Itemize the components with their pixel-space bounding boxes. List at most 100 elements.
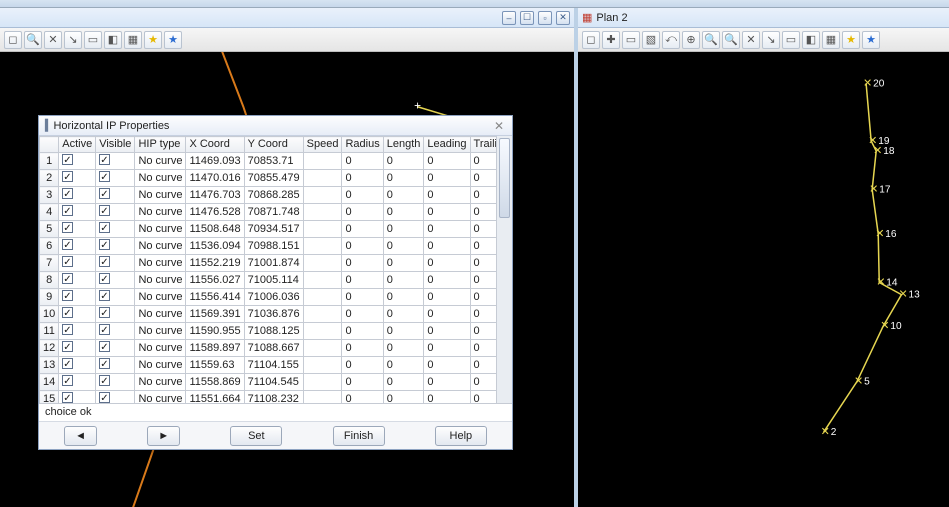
- checkbox-icon[interactable]: [99, 222, 110, 233]
- hip-type-cell[interactable]: No curve: [135, 306, 186, 323]
- leading-cell[interactable]: 0: [424, 153, 470, 170]
- leading-cell[interactable]: 0: [424, 357, 470, 374]
- toolbar-button-0[interactable]: ◻: [582, 31, 600, 49]
- row-index[interactable]: 5: [40, 221, 59, 238]
- toolbar-button-1[interactable]: ✚: [602, 31, 620, 49]
- length-cell[interactable]: 0: [383, 153, 424, 170]
- active-cell[interactable]: [59, 153, 96, 170]
- checkbox-icon[interactable]: [99, 290, 110, 301]
- active-cell[interactable]: [59, 323, 96, 340]
- col-header-x-coord[interactable]: X Coord: [186, 137, 244, 153]
- active-cell[interactable]: [59, 340, 96, 357]
- y-coord-cell[interactable]: 71036.876: [244, 306, 303, 323]
- radius-cell[interactable]: 0: [342, 170, 383, 187]
- x-coord-cell[interactable]: 11589.897: [186, 340, 244, 357]
- speed-cell[interactable]: [303, 323, 342, 340]
- speed-cell[interactable]: [303, 357, 342, 374]
- col-header-hip-type[interactable]: HIP type: [135, 137, 186, 153]
- leading-cell[interactable]: 0: [424, 306, 470, 323]
- row-index[interactable]: 12: [40, 340, 59, 357]
- table-row[interactable]: 7No curve11552.21971001.8740000: [40, 255, 497, 272]
- checkbox-icon[interactable]: [99, 392, 110, 403]
- table-row[interactable]: 15No curve11551.66471108.2320000: [40, 391, 497, 404]
- x-coord-cell[interactable]: 11556.414: [186, 289, 244, 306]
- trailing-cell[interactable]: 0: [470, 357, 496, 374]
- visible-cell[interactable]: [96, 187, 135, 204]
- x-coord-cell[interactable]: 11590.955: [186, 323, 244, 340]
- speed-cell[interactable]: [303, 238, 342, 255]
- x-coord-cell[interactable]: 11559.63: [186, 357, 244, 374]
- visible-cell[interactable]: [96, 391, 135, 404]
- x-coord-cell[interactable]: 11476.703: [186, 187, 244, 204]
- leading-cell[interactable]: 0: [424, 323, 470, 340]
- length-cell[interactable]: 0: [383, 306, 424, 323]
- checkbox-icon[interactable]: [62, 256, 73, 267]
- row-index[interactable]: 9: [40, 289, 59, 306]
- y-coord-cell[interactable]: 71108.232: [244, 391, 303, 404]
- length-cell[interactable]: 0: [383, 255, 424, 272]
- checkbox-icon[interactable]: [99, 205, 110, 216]
- radius-cell[interactable]: 0: [342, 289, 383, 306]
- trailing-cell[interactable]: 0: [470, 272, 496, 289]
- hip-type-cell[interactable]: No curve: [135, 272, 186, 289]
- table-row[interactable]: 8No curve11556.02771005.1140000: [40, 272, 497, 289]
- radius-cell[interactable]: 0: [342, 357, 383, 374]
- table-row[interactable]: 13No curve11559.6371104.1550000: [40, 357, 497, 374]
- checkbox-icon[interactable]: [99, 188, 110, 199]
- toolbar-button-1[interactable]: 🔍: [24, 31, 42, 49]
- hip-type-cell[interactable]: No curve: [135, 187, 186, 204]
- checkbox-icon[interactable]: [62, 341, 73, 352]
- checkbox-icon[interactable]: [62, 392, 73, 403]
- trailing-cell[interactable]: 0: [470, 153, 496, 170]
- checkbox-icon[interactable]: [99, 358, 110, 369]
- row-index[interactable]: 8: [40, 272, 59, 289]
- visible-cell[interactable]: [96, 374, 135, 391]
- x-coord-cell[interactable]: 11469.093: [186, 153, 244, 170]
- hip-type-cell[interactable]: No curve: [135, 289, 186, 306]
- col-header-visible[interactable]: Visible: [96, 137, 135, 153]
- visible-cell[interactable]: [96, 221, 135, 238]
- active-cell[interactable]: [59, 357, 96, 374]
- visible-cell[interactable]: [96, 340, 135, 357]
- y-coord-cell[interactable]: 71001.874: [244, 255, 303, 272]
- toolbar-button-4[interactable]: ⤺: [662, 31, 680, 49]
- speed-cell[interactable]: [303, 221, 342, 238]
- checkbox-icon[interactable]: [99, 239, 110, 250]
- hip-type-cell[interactable]: No curve: [135, 357, 186, 374]
- checkbox-icon[interactable]: [62, 324, 73, 335]
- trailing-cell[interactable]: 0: [470, 204, 496, 221]
- visible-cell[interactable]: [96, 255, 135, 272]
- length-cell[interactable]: 0: [383, 357, 424, 374]
- row-index[interactable]: 7: [40, 255, 59, 272]
- hip-type-cell[interactable]: No curve: [135, 153, 186, 170]
- leading-cell[interactable]: 0: [424, 391, 470, 404]
- checkbox-icon[interactable]: [99, 273, 110, 284]
- toolbar-button-10[interactable]: ▭: [782, 31, 800, 49]
- visible-cell[interactable]: [96, 153, 135, 170]
- trailing-cell[interactable]: 0: [470, 306, 496, 323]
- trailing-cell[interactable]: 0: [470, 323, 496, 340]
- length-cell[interactable]: 0: [383, 204, 424, 221]
- length-cell[interactable]: 0: [383, 340, 424, 357]
- row-index[interactable]: 11: [40, 323, 59, 340]
- table-row[interactable]: 2No curve11470.01670855.4790000: [40, 170, 497, 187]
- row-index[interactable]: 14: [40, 374, 59, 391]
- toolbar-button-7[interactable]: ★: [144, 31, 162, 49]
- col-header-speed[interactable]: Speed: [303, 137, 342, 153]
- length-cell[interactable]: 0: [383, 187, 424, 204]
- visible-cell[interactable]: [96, 170, 135, 187]
- table-row[interactable]: 3No curve11476.70370868.2850000: [40, 187, 497, 204]
- visible-cell[interactable]: [96, 238, 135, 255]
- hip-type-cell[interactable]: No curve: [135, 391, 186, 404]
- x-coord-cell[interactable]: 11551.664: [186, 391, 244, 404]
- col-header-active[interactable]: Active: [59, 137, 96, 153]
- trailing-cell[interactable]: 0: [470, 170, 496, 187]
- length-cell[interactable]: 0: [383, 323, 424, 340]
- col-header-trailing[interactable]: Trailing: [470, 137, 496, 153]
- help-button[interactable]: Help: [435, 426, 487, 446]
- speed-cell[interactable]: [303, 255, 342, 272]
- table-row[interactable]: 9No curve11556.41471006.0360000: [40, 289, 497, 306]
- col-header-leading[interactable]: Leading: [424, 137, 470, 153]
- hip-type-cell[interactable]: No curve: [135, 323, 186, 340]
- radius-cell[interactable]: 0: [342, 238, 383, 255]
